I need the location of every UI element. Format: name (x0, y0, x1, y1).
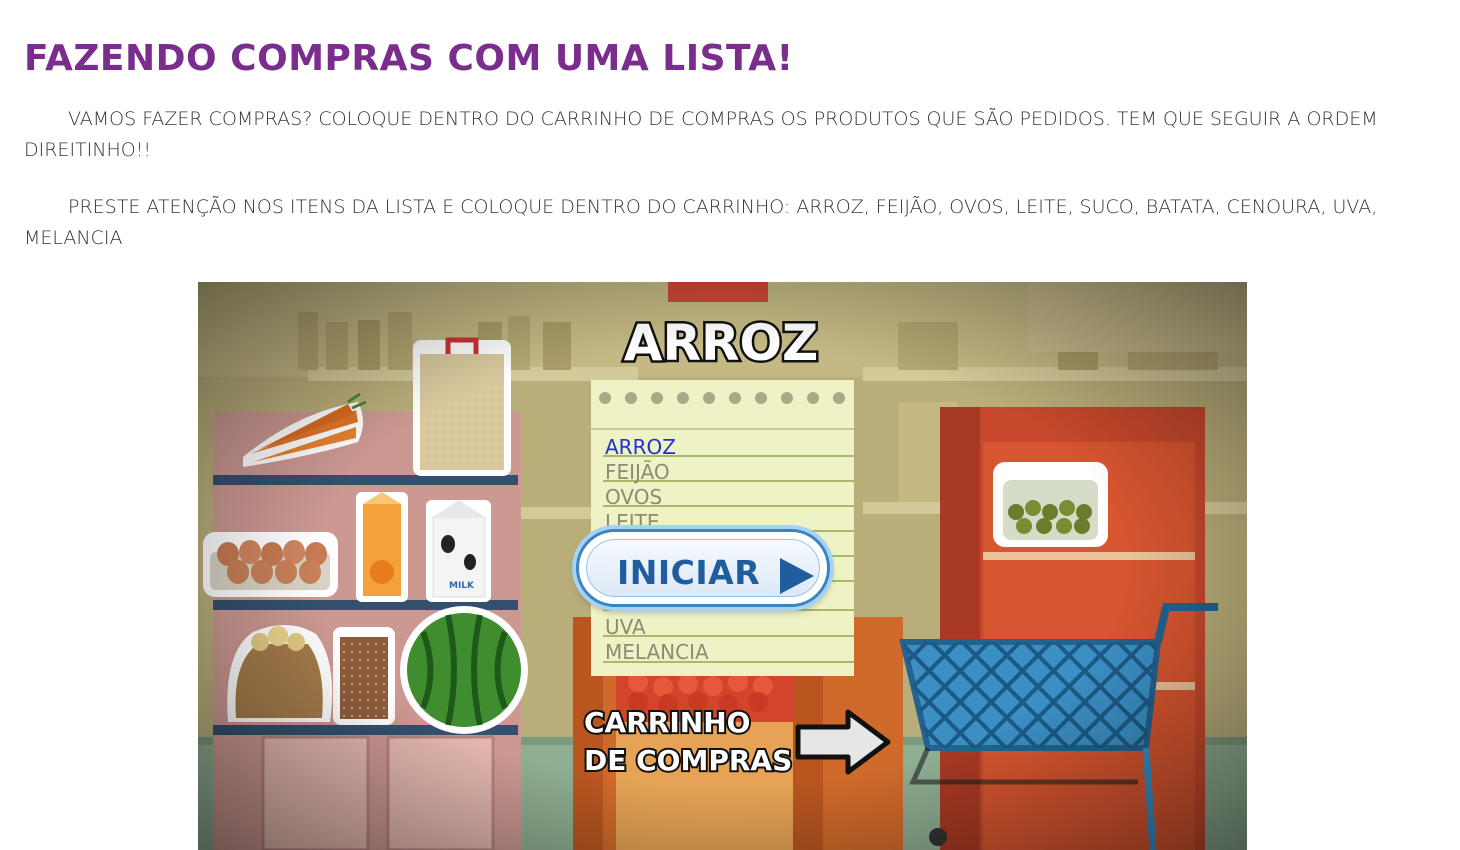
eggs-carton (203, 532, 338, 597)
milk-carton: MILK (426, 500, 491, 602)
current-item-title: ARROZ (624, 314, 818, 372)
list-item-arroz: ARROZ (605, 435, 676, 459)
rice-bag (413, 337, 511, 476)
list-item-ovos: OVOS (605, 485, 662, 509)
list-item-uva: UVA (605, 615, 646, 639)
start-button-label: INICIAR (617, 553, 761, 592)
juice-carton (356, 492, 408, 602)
shopping-list: ARROZ FEIJÃO OVOS LEITE UVA MELANCIA (591, 380, 854, 676)
watermelon (400, 606, 528, 734)
list-item-melancia: MELANCIA (605, 640, 709, 664)
list-item-feijao: FEIJÃO (605, 460, 670, 484)
page-title: FAZENDO COMPRAS COM UMA LISTA! (24, 38, 794, 79)
milk-label: MILK (449, 581, 475, 591)
cart-label-line2: DE COMPRAS (584, 744, 792, 777)
intro-paragraph: VAMOS FAZER COMPRAS? COLOQUE DENTRO DO C… (24, 108, 1378, 161)
beans-bag (333, 627, 395, 725)
start-button[interactable]: INICIAR (576, 529, 830, 607)
cart-label-line1: CARRINHO (584, 706, 750, 739)
grapes-container (993, 462, 1108, 547)
play-icon (780, 558, 814, 594)
instructions-paragraph: PRESTE ATENÇÃO NOS ITENS DA LISTA E COLO… (24, 196, 1378, 249)
